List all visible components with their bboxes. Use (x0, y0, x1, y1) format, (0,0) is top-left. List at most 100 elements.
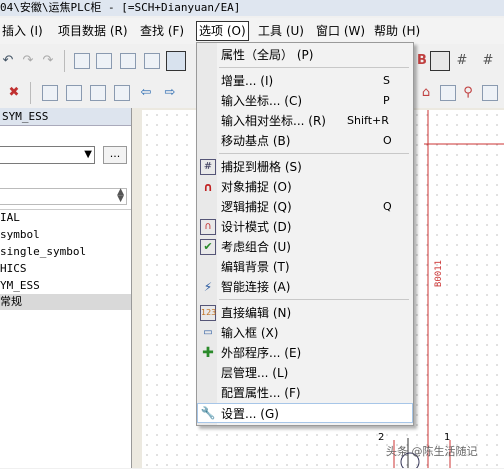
arrow-forward-icon[interactable]: ⇨ (162, 85, 178, 101)
screen-view-icon[interactable] (166, 51, 186, 71)
new-page-icon[interactable] (66, 85, 82, 101)
menu-item-label: 逻辑捕捉 (Q) (221, 200, 292, 214)
grid-c-icon[interactable] (430, 51, 450, 71)
menu-item-label: 直接编辑 (N) (221, 306, 292, 320)
checklist-icon[interactable] (120, 53, 136, 69)
menu-item-label: 属性（全局） (P) (221, 48, 314, 62)
page-settings-icon[interactable] (90, 85, 106, 101)
menu-item-label: 层管理... (L) (221, 366, 289, 380)
menu-item-increment[interactable]: 增量... (I) S (197, 71, 413, 91)
menu-tools[interactable]: 工具 (U) (256, 22, 306, 40)
undo-icon[interactable]: ↶ (0, 53, 16, 69)
pin-label: 1 (444, 432, 451, 443)
menu-item-logic-snap[interactable]: 逻辑捕捉 (Q) Q (197, 197, 413, 217)
spin-arrows-icon[interactable]: ▲ ▼ (117, 188, 124, 204)
menu-item-consider-groups[interactable]: ✔ 考虑组合 (U) (197, 237, 413, 257)
direct-edit-icon: 123 (200, 305, 216, 321)
tree-item[interactable]: IAL (0, 210, 131, 226)
menu-help[interactable]: 帮助 (H) (372, 22, 422, 40)
menu-item-direct-edit[interactable]: 123 直接编辑 (N) (197, 303, 413, 323)
redo-all-icon[interactable]: ↷ (40, 53, 56, 69)
wire-label: B0011 (434, 260, 444, 288)
menu-shortcut: P (383, 94, 390, 107)
menu-find[interactable]: 查找 (F) (138, 22, 186, 40)
menu-item-edit-background[interactable]: 编辑背景 (T) (197, 257, 413, 277)
page-search-icon[interactable] (114, 85, 130, 101)
tree-item[interactable]: YM_ESS (0, 278, 131, 294)
menu-shortcut: O (383, 134, 392, 147)
menu-item-label: 增量... (I) (221, 74, 274, 88)
chevron-down-icon: ▼ (84, 149, 92, 160)
grid-table-icon[interactable] (144, 53, 160, 69)
menu-item-snap-to-grid[interactable]: # 捕捉到栅格 (S) (197, 157, 413, 177)
toolbar-separator (30, 82, 31, 104)
menu-item-settings[interactable]: 🔧 设置... (G) (197, 403, 413, 423)
terminal-icon[interactable]: ⌂ (418, 85, 434, 101)
menu-insert[interactable]: 插入 (I) (0, 22, 45, 40)
grid-d-icon[interactable]: # (454, 53, 470, 69)
connector-icon[interactable]: ⚲ (460, 85, 476, 101)
menu-separator (219, 67, 409, 68)
menu-item-label: 配置属性... (F) (221, 386, 301, 400)
device-icon[interactable] (482, 85, 498, 101)
menu-item-label: 考虑组合 (U) (221, 240, 291, 254)
menu-item-label: 对象捕捉 (O) (221, 180, 292, 194)
menu-options[interactable]: 选项 (O) (196, 21, 249, 41)
menu-shortcut: S (383, 74, 390, 87)
tree-item[interactable]: single_symbol (0, 244, 131, 260)
filter-select[interactable]: ▼ (0, 146, 95, 164)
pin-label: 2 (378, 432, 385, 443)
tree-item[interactable]: HICS (0, 261, 131, 277)
input-box-icon: ▭ (203, 327, 213, 338)
menu-item-label: 输入坐标... (C) (221, 94, 303, 108)
filter-field[interactable]: ▲ ▼ (0, 188, 127, 205)
page-navigator-panel: SYM_ESS ▼ ... ▲ ▼ IAL symbol single_symbo… (0, 108, 132, 468)
menu-item-label: 外部程序... (E) (221, 346, 302, 360)
panel-title: SYM_ESS (0, 108, 131, 126)
menu-item-move-base-point[interactable]: 移动基点 (B) O (197, 131, 413, 151)
menu-shortcut: Q (383, 200, 392, 213)
layout-icon[interactable] (96, 53, 112, 69)
arrow-back-icon[interactable]: ⇦ (138, 85, 154, 101)
menu-item-label: 设计模式 (D) (221, 220, 292, 234)
redo-icon[interactable]: ↷ (20, 53, 36, 69)
menu-separator (219, 153, 409, 154)
menu-item-input-coordinates[interactable]: 输入坐标... (C) P (197, 91, 413, 111)
smart-connect-icon: ⚡ (203, 280, 213, 294)
menu-item-input-relative-coordinates[interactable]: 输入相对坐标... (R) Shift+R (197, 111, 413, 131)
cable-icon[interactable] (440, 85, 456, 101)
tree-item-selected[interactable]: 常规 (0, 294, 131, 310)
magnet-icon: ∩ (203, 180, 213, 194)
group-check-icon: ✔ (200, 239, 216, 255)
wrench-icon: 🔧 (200, 406, 216, 420)
menu-item-layer-management[interactable]: 层管理... (L) (197, 363, 413, 383)
window-title: 04\安徽\运焦PLC柜 - [=SCH+Dianyuan/EA] (0, 0, 504, 16)
menu-item-input-box[interactable]: ▭ 输入框 (X) (197, 323, 413, 343)
filter-browse-button[interactable]: ... (103, 146, 127, 164)
menu-shortcut: Shift+R (347, 114, 389, 127)
menu-item-design-mode[interactable]: ∩ 设计模式 (D) (197, 217, 413, 237)
menu-item-label: 移动基点 (B) (221, 134, 291, 148)
watermark-text: 头条 @陈生活随记 (386, 445, 478, 458)
options-dropdown-menu: 属性（全局） (P) 增量... (I) S 输入坐标... (C) P 输入相… (196, 42, 414, 426)
grid-b-icon[interactable]: B (414, 53, 430, 69)
menu-item-global-properties[interactable]: 属性（全局） (P) (197, 45, 413, 65)
snap-grid-icon: # (200, 159, 216, 175)
delete-x-icon[interactable]: ✖ (6, 85, 22, 101)
menu-item-configure-properties[interactable]: 配置属性... (F) (197, 383, 413, 403)
menu-window[interactable]: 窗口 (W) (314, 22, 367, 40)
grid-e-icon[interactable]: # (480, 53, 496, 69)
menu-item-object-snap[interactable]: ∩ 对象捕捉 (O) (197, 177, 413, 197)
menu-separator (219, 299, 409, 300)
menu-item-label: 智能连接 (A) (221, 280, 291, 294)
page-view-icon[interactable] (74, 53, 90, 69)
menu-bar: 插入 (I) 项目数据 (R) 查找 (F) 选项 (O) 工具 (U) 窗口 … (0, 18, 504, 44)
menu-item-label: 设置... (G) (221, 407, 279, 421)
tree-item[interactable]: symbol (0, 227, 131, 243)
design-mode-icon: ∩ (200, 219, 216, 235)
page-icon[interactable] (42, 85, 58, 101)
menu-project-data[interactable]: 项目数据 (R) (56, 22, 130, 40)
menu-item-smart-connect[interactable]: ⚡ 智能连接 (A) (197, 277, 413, 297)
puzzle-icon: ✚ (202, 345, 214, 361)
menu-item-external-programs[interactable]: ✚ 外部程序... (E) (197, 343, 413, 363)
